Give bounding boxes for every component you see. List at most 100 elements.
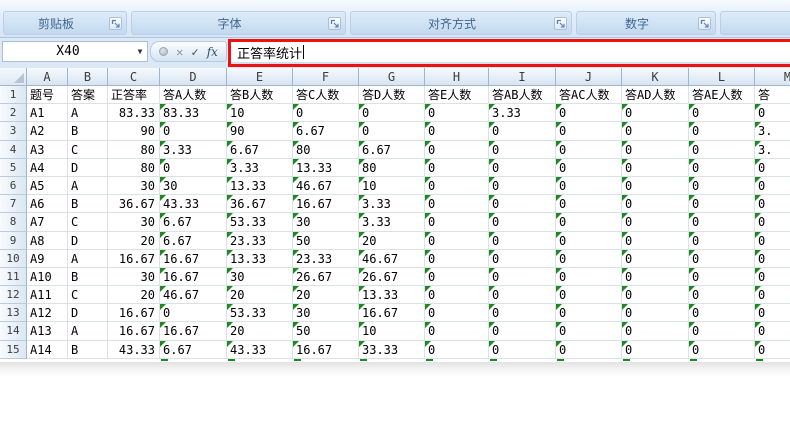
cell-A11[interactable]: A10 <box>27 268 68 286</box>
cell-G10[interactable]: 46.67 <box>359 250 425 268</box>
cell-C13[interactable]: 16.67 <box>108 304 160 322</box>
cell-E7[interactable]: 36.67 <box>227 195 293 213</box>
cell-D9[interactable]: 6.67 <box>160 232 227 250</box>
cell-D8[interactable]: 6.67 <box>160 213 227 231</box>
cell-K4[interactable]: 0 <box>622 141 689 159</box>
row-header-14[interactable]: 14 <box>0 322 27 340</box>
column-header-A[interactable]: A <box>27 68 68 85</box>
cell-J13[interactable]: 0 <box>556 304 622 322</box>
cell-D3[interactable]: 0 <box>160 122 227 140</box>
cell-E6[interactable]: 13.33 <box>227 177 293 195</box>
cell-J15[interactable]: 0 <box>556 341 622 359</box>
cell-I3[interactable]: 0 <box>489 122 556 140</box>
row-header-9[interactable]: 9 <box>0 232 27 250</box>
cell-B1[interactable]: 答案 <box>68 86 108 104</box>
cell-B15[interactable]: B <box>68 341 108 359</box>
cell-F9[interactable]: 50 <box>293 232 359 250</box>
cell-B12[interactable]: C <box>68 286 108 304</box>
cell-L1[interactable]: 答AE人数 <box>689 86 755 104</box>
cell-F3[interactable]: 6.67 <box>293 122 359 140</box>
cell-L2[interactable]: 0 <box>689 104 755 122</box>
dialog-launcher-button[interactable] <box>554 17 567 30</box>
row-header-7[interactable]: 7 <box>0 195 27 213</box>
cell-L7[interactable]: 0 <box>689 195 755 213</box>
cell-L8[interactable]: 0 <box>689 213 755 231</box>
cell-A15[interactable]: A14 <box>27 341 68 359</box>
row-header-10[interactable]: 10 <box>0 250 27 268</box>
cell-M9[interactable]: 0 <box>755 232 790 250</box>
cell-B2[interactable]: A <box>68 104 108 122</box>
cell-B4[interactable]: C <box>68 141 108 159</box>
cell-E5[interactable]: 3.33 <box>227 159 293 177</box>
cell-B8[interactable]: C <box>68 213 108 231</box>
cell-J10[interactable]: 0 <box>556 250 622 268</box>
cell-F4[interactable]: 80 <box>293 141 359 159</box>
cell-B9[interactable]: D <box>68 232 108 250</box>
cell-M1[interactable]: 答 <box>755 86 790 104</box>
cell-H7[interactable]: 0 <box>425 195 489 213</box>
cell-I12[interactable]: 0 <box>489 286 556 304</box>
cell-J1[interactable]: 答AC人数 <box>556 86 622 104</box>
cell-J7[interactable]: 0 <box>556 195 622 213</box>
cell-I8[interactable]: 0 <box>489 213 556 231</box>
cell-K10[interactable]: 0 <box>622 250 689 268</box>
column-header-L[interactable]: L <box>689 68 755 85</box>
cell-E3[interactable]: 90 <box>227 122 293 140</box>
cell-I10[interactable]: 0 <box>489 250 556 268</box>
column-header-M[interactable]: M <box>755 68 790 85</box>
cell-H15[interactable]: 0 <box>425 341 489 359</box>
cell-A8[interactable]: A7 <box>27 213 68 231</box>
cell-K8[interactable]: 0 <box>622 213 689 231</box>
cell-E11[interactable]: 30 <box>227 268 293 286</box>
cell-D11[interactable]: 16.67 <box>160 268 227 286</box>
cell-F12[interactable]: 20 <box>293 286 359 304</box>
formula-bar-input[interactable]: 正答率统计 <box>231 42 790 64</box>
cell-K5[interactable]: 0 <box>622 159 689 177</box>
cell-M15[interactable]: 0 <box>755 341 790 359</box>
insert-function-icon[interactable]: fx <box>207 45 218 59</box>
row-header-6[interactable]: 6 <box>0 177 27 195</box>
column-header-J[interactable]: J <box>556 68 622 85</box>
cell-M12[interactable]: 0 <box>755 286 790 304</box>
cell-I5[interactable]: 0 <box>489 159 556 177</box>
cell-L12[interactable]: 0 <box>689 286 755 304</box>
cell-M14[interactable]: 0 <box>755 322 790 340</box>
cell-G13[interactable]: 16.67 <box>359 304 425 322</box>
cell-A10[interactable]: A9 <box>27 250 68 268</box>
cell-I15[interactable]: 0 <box>489 341 556 359</box>
cell-J4[interactable]: 0 <box>556 141 622 159</box>
cell-G8[interactable]: 3.33 <box>359 213 425 231</box>
cell-H6[interactable]: 0 <box>425 177 489 195</box>
cell-I2[interactable]: 3.33 <box>489 104 556 122</box>
cell-K6[interactable]: 0 <box>622 177 689 195</box>
cell-A3[interactable]: A2 <box>27 122 68 140</box>
cell-E12[interactable]: 20 <box>227 286 293 304</box>
dialog-launcher-button[interactable] <box>698 17 711 30</box>
cell-L14[interactable]: 0 <box>689 322 755 340</box>
cell-L13[interactable]: 0 <box>689 304 755 322</box>
cell-K14[interactable]: 0 <box>622 322 689 340</box>
row-header-11[interactable]: 11 <box>0 268 27 286</box>
cell-E9[interactable]: 23.33 <box>227 232 293 250</box>
cell-F2[interactable]: 0 <box>293 104 359 122</box>
cell-L3[interactable]: 0 <box>689 122 755 140</box>
enter-icon[interactable]: ✓ <box>191 46 198 58</box>
cell-L5[interactable]: 0 <box>689 159 755 177</box>
cell-H14[interactable]: 0 <box>425 322 489 340</box>
row-header-13[interactable]: 13 <box>0 304 27 322</box>
cell-L15[interactable]: 0 <box>689 341 755 359</box>
cell-I6[interactable]: 0 <box>489 177 556 195</box>
cell-B11[interactable]: B <box>68 268 108 286</box>
cell-G14[interactable]: 10 <box>359 322 425 340</box>
cell-L9[interactable]: 0 <box>689 232 755 250</box>
cell-E2[interactable]: 10 <box>227 104 293 122</box>
cell-K1[interactable]: 答AD人数 <box>622 86 689 104</box>
cell-C5[interactable]: 80 <box>108 159 160 177</box>
cell-E10[interactable]: 13.33 <box>227 250 293 268</box>
row-header-15[interactable]: 15 <box>0 341 27 359</box>
cell-A7[interactable]: A6 <box>27 195 68 213</box>
cell-H13[interactable]: 0 <box>425 304 489 322</box>
row-header-2[interactable]: 2 <box>0 104 27 122</box>
dialog-launcher-button[interactable] <box>328 17 341 30</box>
cell-A12[interactable]: A11 <box>27 286 68 304</box>
